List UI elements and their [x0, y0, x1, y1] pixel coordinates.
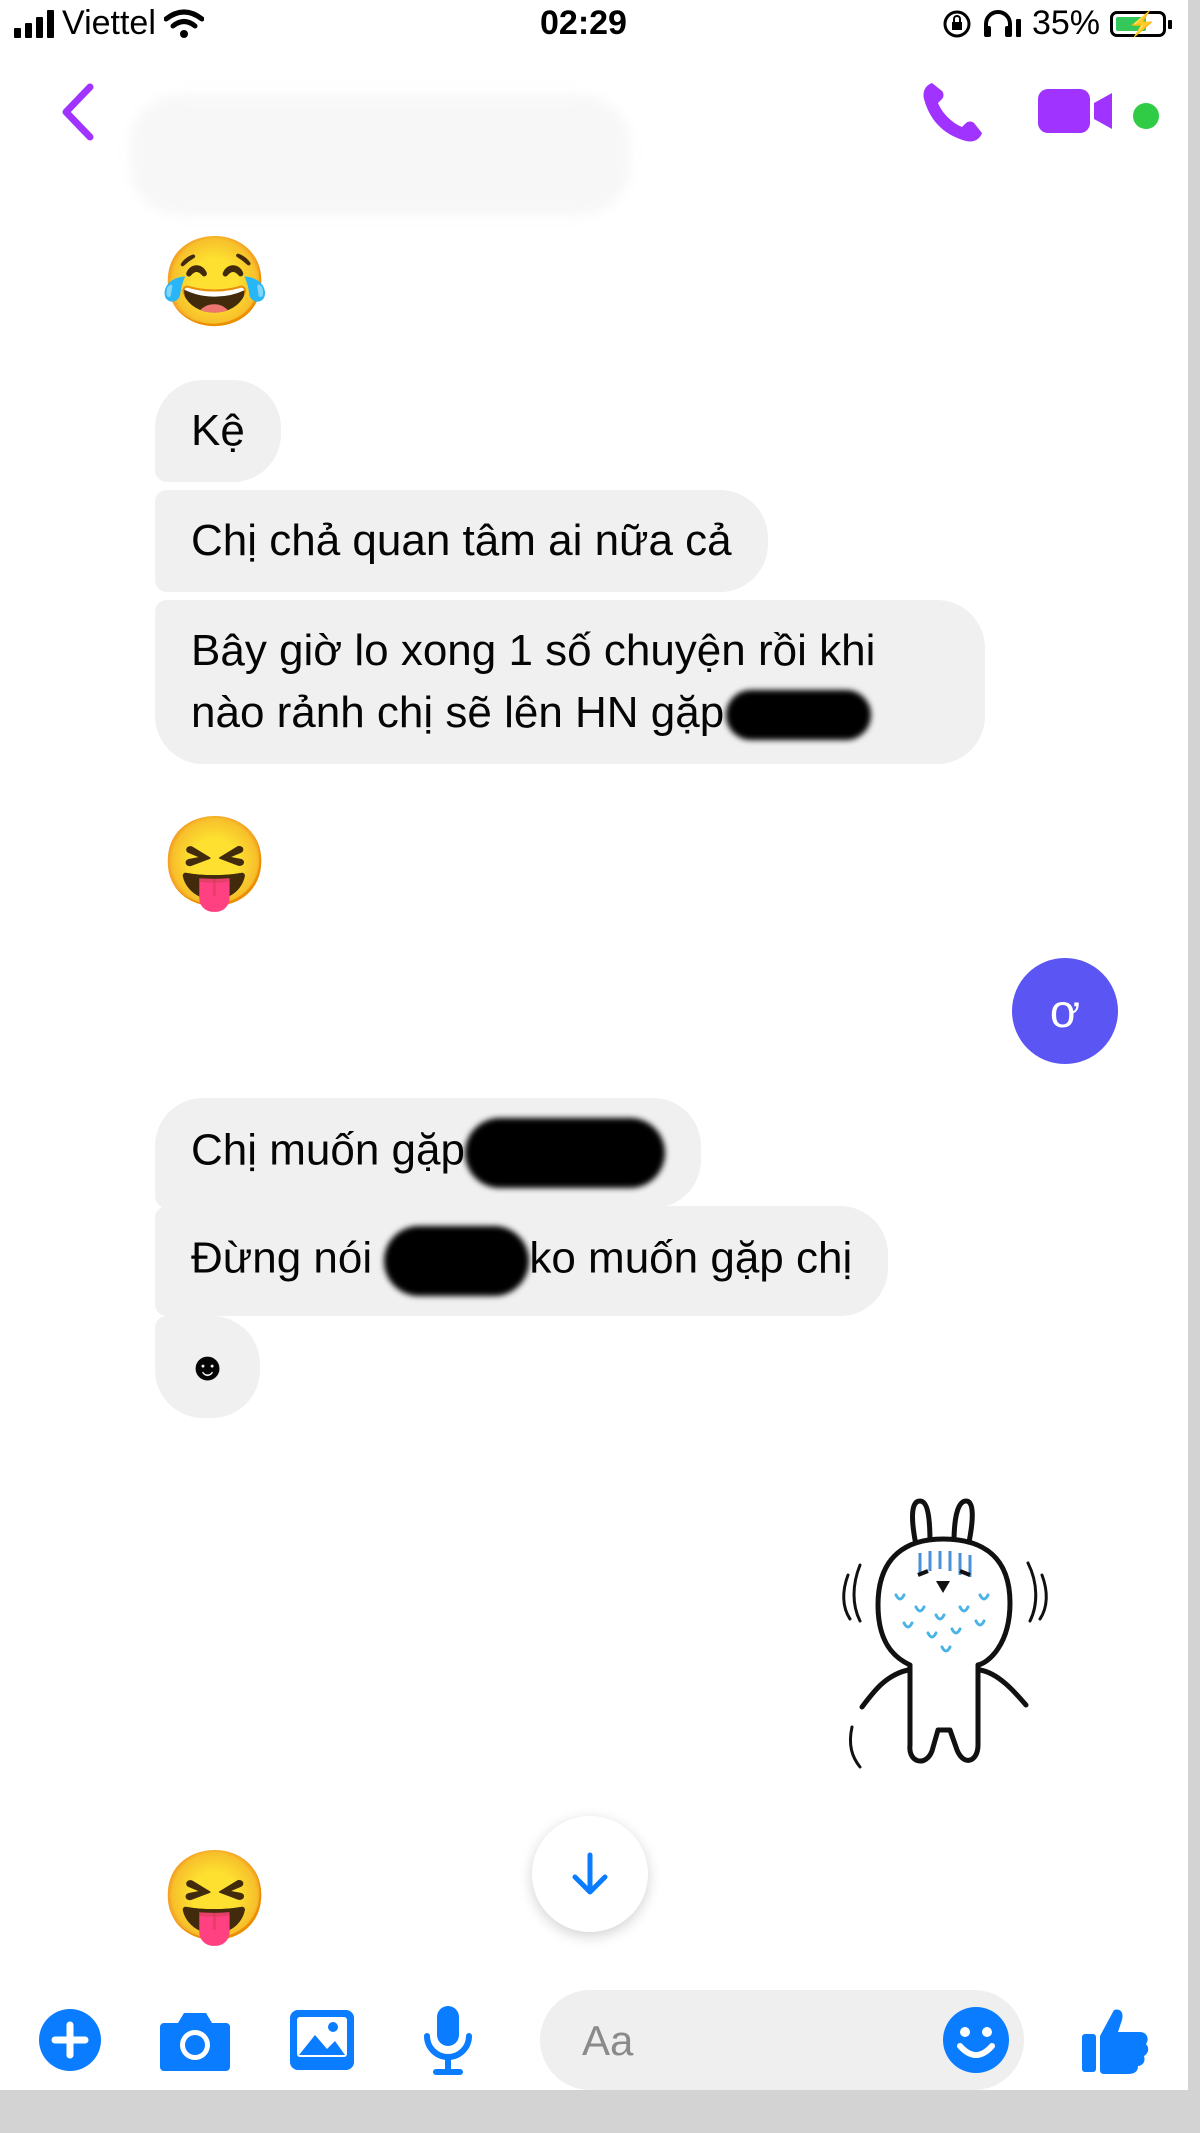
camera-icon: [160, 2013, 230, 2071]
message-text: ơ: [1049, 985, 1081, 1037]
message-text: Kệ: [191, 406, 245, 455]
status-bar: Viettel 02:29 35% ⚡: [0, 0, 1188, 50]
like-button[interactable]: [1074, 2000, 1154, 2080]
signal-icon: [14, 9, 54, 38]
rabbit-sticker[interactable]: [838, 1495, 1058, 1785]
sent-message-bubble[interactable]: ơ: [1012, 958, 1118, 1064]
online-status-dot: [1130, 100, 1162, 132]
message-bubble[interactable]: Đừng nói ko muốn gặp chị: [155, 1206, 889, 1316]
message-text: Chị muốn gặp: [191, 1125, 465, 1175]
message-text: ko muốn gặp chị: [529, 1233, 853, 1283]
message-bubble[interactable]: Chị chả quan tâm ai nữa cả: [155, 490, 768, 592]
headphones-icon: [983, 9, 1021, 37]
screenshot-border: [0, 2090, 1200, 2133]
thumbs-up-icon: [1082, 2009, 1149, 2074]
orientation-lock-icon: [943, 10, 971, 37]
message-input[interactable]: [580, 2014, 884, 2068]
back-chevron-icon[interactable]: [50, 77, 110, 147]
redacted-contact-name: [130, 95, 630, 215]
messenger-screen: Viettel 02:29 35% ⚡ 😂 Kệ Chị chả quan tâ…: [0, 0, 1188, 2090]
wifi-icon: [163, 9, 204, 38]
composer-toolbar: [0, 1990, 1188, 2090]
screenshot-border: [1188, 0, 1200, 2133]
camera-button[interactable]: [155, 2000, 235, 2080]
scroll-to-bottom-button[interactable]: [532, 1816, 648, 1932]
message-bubble[interactable]: Bây giờ lo xong 1 số chuyện rồi khi nào …: [155, 600, 985, 764]
message-bubble[interactable]: Chị muốn gặp: [155, 1098, 701, 1208]
redacted-name: [464, 1118, 665, 1188]
message-text: nào rảnh chị sẽ lên HN gặp: [191, 688, 725, 737]
plus-button[interactable]: [30, 2000, 110, 2080]
voice-button[interactable]: [408, 2000, 488, 2080]
message-bubble[interactable]: ☻: [155, 1316, 260, 1418]
microphone-icon: [424, 2006, 472, 2075]
image-icon: [290, 2010, 354, 2070]
redacted-name: [384, 1226, 530, 1296]
plus-icon: [39, 2009, 101, 2071]
message-composer[interactable]: [540, 1990, 1024, 2090]
emoji-message-laugh[interactable]: 😂: [160, 238, 270, 326]
status-right: 35% ⚡: [942, 4, 1172, 43]
message-text: Bây giờ lo xong 1 số chuyện rồi khi: [191, 626, 876, 675]
carrier-name: Viettel: [62, 4, 156, 42]
battery-icon: ⚡: [1110, 10, 1172, 38]
message-bubble[interactable]: Kệ: [155, 380, 281, 482]
phone-icon[interactable]: [918, 77, 988, 147]
message-text: ☻: [186, 1345, 229, 1389]
arrow-down-icon: [572, 1852, 608, 1895]
chat-header: [0, 55, 1188, 215]
message-text: Đừng nói: [191, 1233, 373, 1283]
battery-percent: 35%: [1031, 4, 1100, 42]
emoji-message-tongue[interactable]: 😝: [160, 1852, 270, 1940]
message-text: Chị chả quan tâm ai nữa cả: [191, 516, 732, 565]
gallery-button[interactable]: [282, 2000, 362, 2080]
status-left: Viettel: [14, 4, 204, 43]
video-camera-icon[interactable]: [1036, 83, 1116, 139]
status-time: 02:29: [540, 4, 627, 42]
emoji-message-tongue[interactable]: 😝: [160, 818, 270, 906]
redacted-name: [726, 690, 872, 741]
smiley-icon[interactable]: [940, 2004, 1012, 2076]
